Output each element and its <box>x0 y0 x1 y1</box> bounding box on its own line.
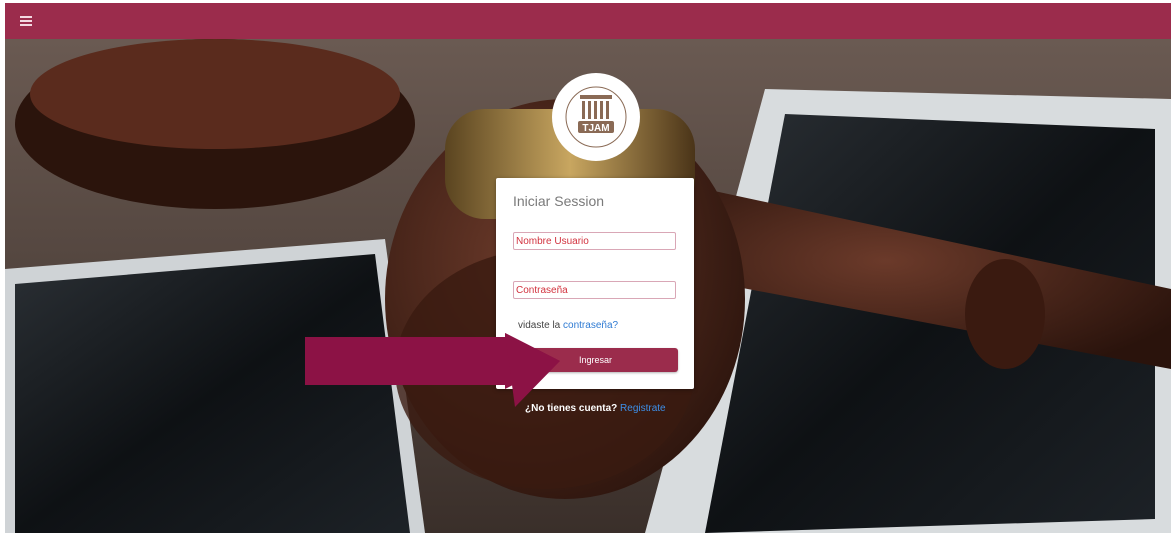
hamburger-menu-icon[interactable] <box>20 16 32 26</box>
page-frame: TJAM Iniciar Session vidaste la contrase… <box>5 3 1171 533</box>
password-input[interactable] <box>513 281 676 299</box>
register-link[interactable]: Registrate <box>620 403 666 414</box>
username-input[interactable] <box>513 232 676 250</box>
pointer-arrow-icon <box>305 333 560 407</box>
forgot-password-link[interactable]: contraseña? <box>563 320 618 331</box>
login-title: Iniciar Session <box>513 193 605 209</box>
forgot-password-text: vidaste la contraseña? <box>518 320 618 331</box>
forgot-password-prefix: vidaste la <box>518 320 564 331</box>
tjam-logo-seal: TJAM <box>552 73 640 161</box>
top-navbar <box>5 3 1171 39</box>
logo-text: TJAM <box>582 123 609 134</box>
